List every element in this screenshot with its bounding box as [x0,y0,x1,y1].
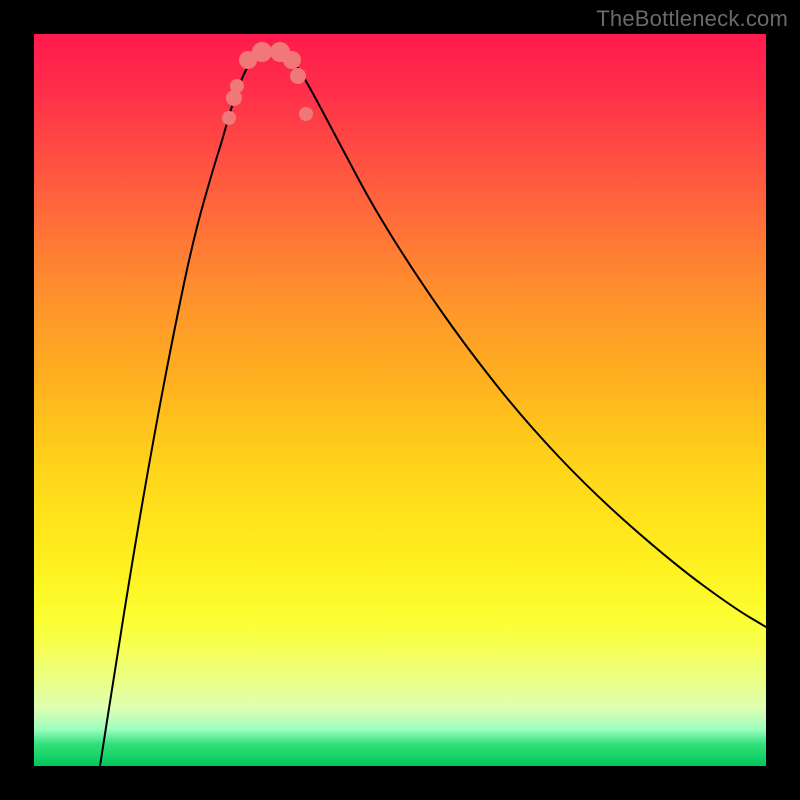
curve-right-branch [284,54,766,627]
curve-svg [34,34,766,766]
chart-frame: TheBottleneck.com [0,0,800,800]
marker-group [222,42,313,125]
plot-area [34,34,766,766]
data-marker [299,107,313,121]
data-marker [283,51,301,69]
data-marker [290,68,306,84]
curve-group [100,54,766,766]
watermark-text: TheBottleneck.com [596,6,788,32]
data-marker [252,42,272,62]
curve-left-branch [100,54,264,766]
data-marker [230,79,244,93]
data-marker [222,111,236,125]
